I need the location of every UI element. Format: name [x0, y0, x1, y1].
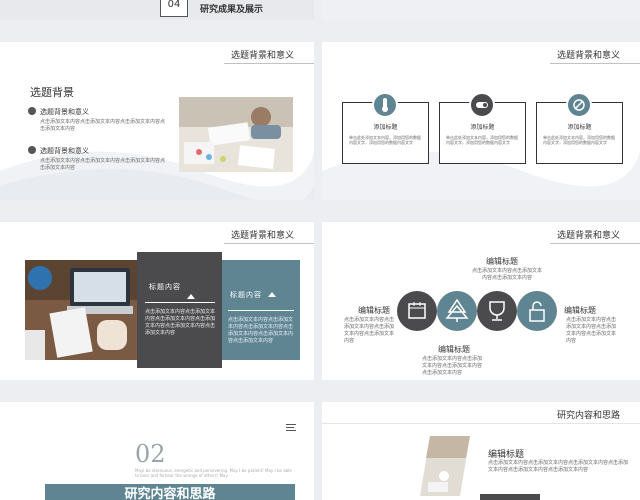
- section-number: 04: [160, 0, 188, 17]
- label-title-top: 编辑标题: [486, 257, 518, 266]
- label-text-top: 点击添加文本内容点击添加文本内容点击添加文本内容: [472, 268, 543, 281]
- label-title-bottom: 编辑标题: [438, 345, 470, 354]
- header-line: [550, 243, 640, 244]
- label-title-left: 编辑标题: [358, 306, 390, 315]
- slide-header: 选题背景和意义: [230, 231, 294, 241]
- compass-icon: [566, 92, 592, 118]
- item-text: 点击添加文本内容点击添加文本内容点击添加文本内容点击添加文本内容: [40, 158, 166, 171]
- slide-header: 研究内容和思路: [556, 411, 620, 421]
- card-text: 单击此处添加文本内容，添加用您的数据内容文字，添加用您的数据内容文字: [543, 135, 615, 145]
- label-text-bottom: 点击添加文本内容点击添加文本内容点击添加文本内容点击添加文本内容: [422, 356, 483, 376]
- slide-4[interactable]: 选题背景和意义 编辑标题 点击添加文本内容点击添加文本内容点击添加文本内容 编辑…: [322, 222, 640, 380]
- header-line: [322, 423, 640, 424]
- slide-0[interactable]: 04 研究成果及展示: [0, 0, 314, 20]
- section-title: 研究内容和思路: [124, 487, 216, 500]
- section-subtitle: Mayi be strenuous, energetic and perseve…: [135, 468, 292, 478]
- menu-icon-line: [286, 430, 296, 431]
- text-box-dark[interactable]: 标题内容 点击添加文本内容点击添加文本内容点击添加文本内容点击添加文本内容点击添…: [137, 252, 222, 368]
- slide-3[interactable]: 选题背景和意义 标题内容 点击添加文本内容点击添加文本内容点击添加文本内容点击添…: [0, 222, 314, 380]
- item-text: 点击添加文本内容点击添加文本内容点击添加文本内容点击添加文本内容: [40, 119, 166, 132]
- toggle-icon: [469, 92, 495, 118]
- decor-bar: [480, 494, 540, 500]
- content-title: 编辑标题: [488, 450, 525, 460]
- header-line: [224, 243, 314, 244]
- menu-icon-line: [286, 427, 294, 428]
- box-text: 点击添加文本内容点击添加文本内容点击添加文本内容点击添加文本内容点击添加文本内容…: [145, 309, 216, 336]
- content-text: 点击添加文本内容点击添加文本内容点击添加文本内容点击添加文本内容点击添加文本内容…: [488, 460, 629, 473]
- slide-header: 选题背景和意义: [230, 51, 294, 61]
- slide-2[interactable]: 选题背景和意义 添加标题 单击此处添加文本内容，添加用您的数据内容文字，添加用您…: [322, 42, 640, 200]
- card-title: 添加标题: [567, 124, 592, 131]
- slide-header: 选题背景和意义: [556, 231, 620, 241]
- section-title: 研究成果及展示: [200, 5, 264, 15]
- card-text: 单击此处添加文本内容，添加用您的数据内容文字，添加用您的数据内容文字: [446, 135, 518, 145]
- laptop-photo: [25, 260, 137, 360]
- slide-6[interactable]: 研究内容和思路 编辑标题 点击添加文本内容点击添加文本内容点击添加文本内容点击添…: [322, 402, 640, 500]
- label-text-left: 点击添加文本内容点击添加文本内容点击添加文本内容点击添加文本内容: [344, 317, 395, 344]
- menu-icon: [286, 424, 296, 425]
- card-title: 添加标题: [373, 124, 398, 131]
- bullet-dot: [28, 146, 36, 154]
- header-line: [550, 63, 640, 64]
- thermometer-icon: [372, 92, 398, 118]
- slide-header: 选题背景和意义: [556, 51, 620, 61]
- label-title-right: 编辑标题: [564, 306, 596, 315]
- slide-5[interactable]: 02 Mayi be strenuous, energetic and pers…: [0, 402, 314, 500]
- triangle-icon: [187, 294, 195, 299]
- office-photo: [179, 97, 293, 172]
- header-line: [224, 63, 314, 64]
- photo-parallelogram: [420, 436, 470, 496]
- icon-circles: [397, 291, 557, 331]
- triangle-icon: [268, 292, 276, 297]
- title-bar: 研究内容和思路: [45, 484, 295, 500]
- section-number: 02: [135, 440, 166, 468]
- label-text-right: 点击添加文本内容点击添加文本内容点击添加文本内容点击添加文本内容: [566, 317, 617, 344]
- slide-1[interactable]: 选题背景和意义 选题背景 选题背景和意义 点击添加文本内容点击添加文本内容点击添…: [0, 42, 314, 200]
- item-title: 选题背景和意义: [40, 147, 89, 155]
- item-title: 选题背景和意义: [40, 108, 89, 116]
- divider: [145, 302, 215, 303]
- box-text: 点击添加文本内容点击添加文本内容点击添加文本内容点击添加文本内容点击添加文本内容…: [228, 317, 294, 344]
- box-title: 标题内容: [149, 283, 181, 291]
- slide-heading: 选题背景: [30, 86, 74, 99]
- divider: [228, 310, 294, 311]
- bullet-dot: [28, 107, 36, 115]
- slide-0b[interactable]: [322, 0, 640, 20]
- box-title: 标题内容: [230, 291, 262, 299]
- card-text: 单击此处添加文本内容，添加用您的数据内容文字，添加用您的数据内容文字: [349, 135, 421, 145]
- text-box-teal[interactable]: 标题内容 点击添加文本内容点击添加文本内容点击添加文本内容点击添加文本内容点击添…: [222, 260, 300, 360]
- card-title: 添加标题: [470, 124, 495, 131]
